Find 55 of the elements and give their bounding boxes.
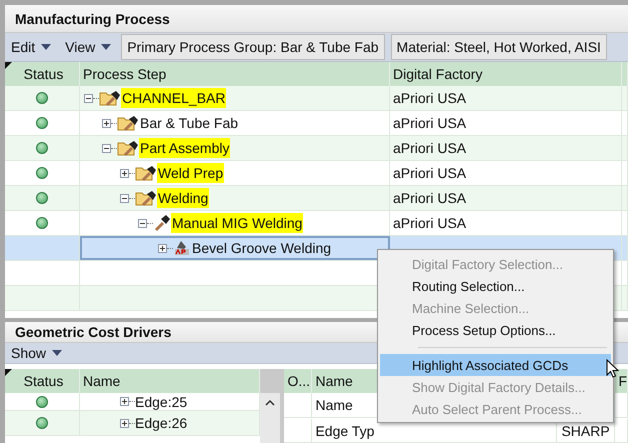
tree-item-label[interactable]: Manual MIG Welding [171, 213, 304, 233]
panel-title: Manufacturing Process [5, 5, 628, 33]
property-name: Name [315, 397, 353, 413]
collapse-icon[interactable] [120, 194, 129, 202]
tree-item-label[interactable]: CHANNEL_BAR [121, 88, 226, 108]
info-field: Primary Process Group: Bar & Tube Fab [121, 34, 385, 60]
menu-item[interactable]: Routing Selection... [380, 275, 611, 297]
menu-button[interactable]: Show [7, 342, 66, 363]
menu-button[interactable]: Edit [7, 37, 56, 57]
scroll-up-icon[interactable] [265, 399, 276, 406]
table-cell: aPriori USA [393, 215, 466, 231]
table-cell: aPriori USA [393, 165, 466, 181]
vertical-scrollbar[interactable] [260, 369, 280, 443]
expand-icon[interactable] [120, 418, 129, 428]
tree-item-label[interactable]: Part Assembly [139, 138, 230, 158]
column-header[interactable]: O... [284, 369, 312, 393]
expand-icon[interactable] [158, 244, 167, 252]
table-row[interactable]: Edge:26 [5, 411, 260, 436]
collapse-icon[interactable] [84, 94, 93, 102]
table-cell: aPriori USA [393, 115, 466, 131]
tree-item-label[interactable]: Welding [157, 188, 210, 208]
hammer-icon [153, 214, 171, 232]
caret-icon [41, 44, 52, 50]
tree-item-label[interactable]: Weld Prep [157, 163, 224, 183]
collapse-icon[interactable] [138, 218, 147, 228]
caret-icon [101, 44, 112, 50]
caret-icon [52, 350, 62, 356]
menu-item[interactable]: Highlight Associated GCDs [380, 354, 611, 376]
tree-row[interactable]: Manual MIG Welding aPriori USA [5, 211, 628, 236]
property-value: SHARP [561, 422, 610, 438]
collapse-icon[interactable] [102, 144, 111, 152]
tree-item-label[interactable]: Edge:26 [135, 415, 188, 431]
tree-row[interactable]: Welding aPriori USA [5, 186, 628, 211]
folder-hammer-icon [135, 189, 157, 207]
folder-hammer-icon [135, 164, 157, 182]
property-name: Edge Typ [315, 422, 374, 438]
folder-hammer-icon [99, 89, 121, 107]
table-cell: aPriori USA [393, 140, 466, 156]
menu-button[interactable]: View [61, 37, 116, 57]
column-header[interactable]: Status [5, 369, 80, 393]
welder-icon [173, 239, 191, 257]
table-cell: aPriori USA [393, 90, 466, 106]
expand-icon[interactable] [102, 118, 111, 128]
info-field: Material: Steel, Hot Worked, AISI [390, 34, 607, 60]
folder-hammer-icon [117, 114, 139, 132]
expand-icon[interactable] [120, 397, 129, 406]
expand-icon[interactable] [120, 168, 129, 178]
folder-hammer-icon [117, 139, 139, 157]
menu-item[interactable]: Process Setup Options... [380, 319, 611, 341]
tree-item-label[interactable]: Bar & Tube Fab [139, 113, 240, 133]
tree-row[interactable]: CHANNEL_BAR aPriori USA [5, 86, 628, 111]
mouse-pointer-icon [606, 359, 620, 379]
tree-row[interactable]: Part Assembly aPriori USA [5, 136, 628, 161]
table-cell: aPriori USA [393, 190, 466, 206]
tree-item-label[interactable]: Edge:25 [135, 394, 188, 410]
